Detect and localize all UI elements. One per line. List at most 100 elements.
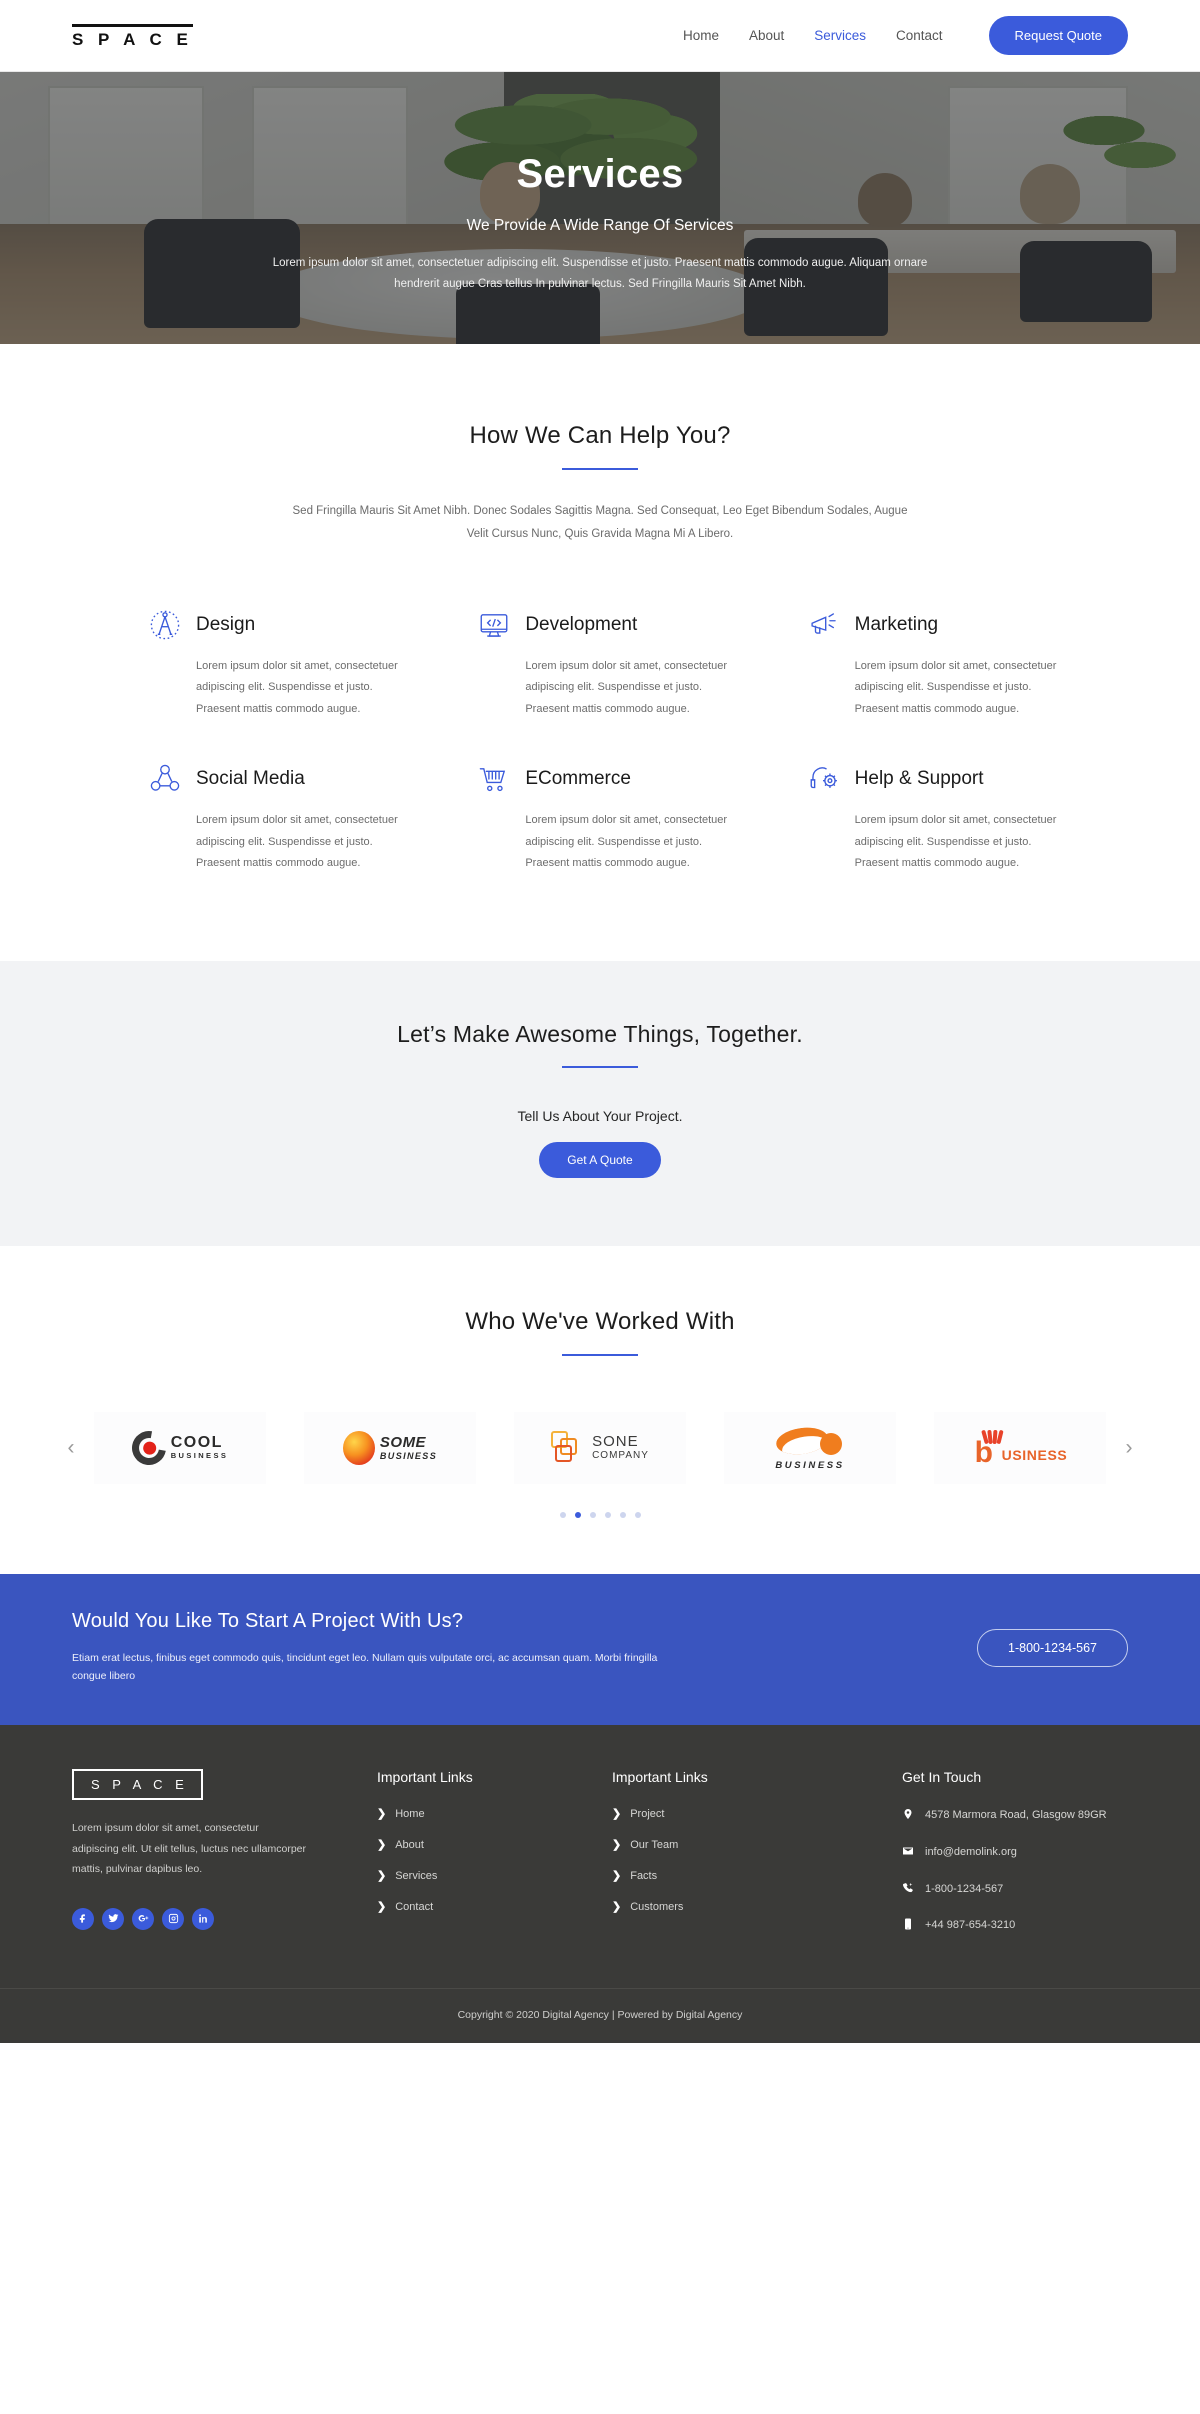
service-card-design[interactable]: Design Lorem ipsum dolor sit amet, conse…	[148, 608, 441, 720]
services-section: How We Can Help You? Sed Fringilla Mauri…	[0, 344, 1200, 961]
code-monitor-icon	[477, 608, 511, 642]
client-logo-name: SONE	[592, 1432, 639, 1450]
social-links	[72, 1907, 377, 1930]
service-card-marketing[interactable]: Marketing Lorem ipsum dolor sit amet, co…	[807, 608, 1100, 720]
nav-item-about[interactable]: About	[749, 28, 784, 43]
contact-mobile[interactable]: +44 987-654-3210	[902, 1917, 1128, 1935]
carousel-dot[interactable]	[619, 1511, 626, 1518]
client-logo-name: USINESS	[1001, 1446, 1068, 1463]
service-description: Lorem ipsum dolor sit amet, consectetuer…	[525, 814, 728, 870]
carousel-dot-active[interactable]	[574, 1511, 581, 1518]
client-logo-sub: BUSINESS	[170, 1451, 229, 1461]
carousel-pagination	[0, 1511, 1200, 1518]
project-banner: Would You Like To Start A Project With U…	[0, 1573, 1200, 1726]
facebook-icon[interactable]	[72, 1907, 94, 1930]
service-description: Lorem ipsum dolor sit amet, consectetuer…	[854, 660, 1057, 715]
service-card-ecommerce[interactable]: ECommerce Lorem ipsum dolor sit amet, co…	[477, 762, 770, 874]
banner-phone-button[interactable]: 1-800-1234-567	[977, 1628, 1128, 1667]
service-card-development[interactable]: Development Lorem ipsum dolor sit amet, …	[477, 608, 770, 720]
clients-divider	[562, 1353, 638, 1356]
client-logo-business-swoosh[interactable]: BUSINESS	[724, 1411, 896, 1484]
carousel-dot[interactable]	[589, 1511, 596, 1518]
client-logo-hand-business[interactable]: b USINESS	[934, 1411, 1106, 1484]
footer-link-services[interactable]: ❯ Services	[377, 1869, 612, 1883]
service-card-help-support[interactable]: Help & Support Lorem ipsum dolor sit ame…	[807, 762, 1100, 874]
service-description: Lorem ipsum dolor sit amet, consectetuer…	[196, 814, 398, 870]
footer-column-title: Important Links	[377, 1769, 473, 1786]
service-description: Lorem ipsum dolor sit amet, consectetuer…	[854, 814, 1057, 870]
site-footer: S P A C E Lorem ipsum dolor sit amet, co…	[0, 1725, 1200, 1988]
footer-link-label: Facts	[630, 1869, 658, 1882]
footer-link-facts[interactable]: ❯ Facts	[612, 1869, 902, 1883]
footer-link-contact[interactable]: ❯ Contact	[377, 1900, 612, 1914]
footer-link-our-team[interactable]: ❯ Our Team	[612, 1838, 902, 1852]
footer-link-project[interactable]: ❯ Project	[612, 1807, 902, 1821]
client-logo-sone-company[interactable]: SONE COMPANY	[514, 1411, 686, 1484]
shopping-cart-icon	[477, 762, 511, 796]
brand-logo[interactable]: S P A C E	[72, 23, 193, 48]
client-logo-sub: BUSINESS	[379, 1450, 438, 1461]
request-quote-button[interactable]: Request Quote	[988, 16, 1128, 55]
copyright-bar: Copyright © 2020 Digital Agency | Powere…	[0, 1987, 1200, 2043]
instagram-icon[interactable]	[162, 1907, 184, 1930]
service-card-social-media[interactable]: Social Media Lorem ipsum dolor sit amet,…	[148, 762, 441, 874]
chevron-right-icon: ❯	[377, 1901, 387, 1914]
contact-value: 1-800-1234-567	[925, 1882, 1004, 1895]
service-title: Help & Support	[854, 768, 984, 790]
chevron-left-icon[interactable]: ‹	[58, 1435, 84, 1461]
hero-section: Services We Provide A Wide Range Of Serv…	[0, 72, 1200, 344]
google-plus-icon[interactable]	[132, 1907, 154, 1930]
contact-email[interactable]: info@demolink.org	[902, 1844, 1128, 1862]
banner-heading: Would You Like To Start A Project With U…	[72, 1609, 464, 1632]
client-logo-cool-business[interactable]: COOL BUSINESS	[94, 1411, 266, 1484]
client-logo-track: COOL BUSINESS SOME BUSINESS SONE COMPANY…	[94, 1411, 1106, 1484]
footer-link-label: Home	[395, 1807, 425, 1820]
chevron-right-icon[interactable]: ›	[1116, 1435, 1142, 1461]
contact-phone[interactable]: 1-800-1234-567	[902, 1881, 1128, 1899]
nav-item-services[interactable]: Services	[814, 28, 866, 43]
page-root: S P A C E Home About Services Contact Re…	[0, 0, 1200, 2043]
linkedin-icon[interactable]	[192, 1907, 214, 1930]
nav-item-home[interactable]: Home	[683, 28, 719, 43]
envelope-icon	[902, 1845, 914, 1857]
share-network-icon	[148, 762, 182, 796]
twitter-icon[interactable]	[102, 1907, 124, 1930]
footer-link-customers[interactable]: ❯ Customers	[612, 1900, 902, 1914]
footer-link-about[interactable]: ❯ About	[377, 1838, 612, 1852]
megaphone-icon	[807, 608, 841, 642]
service-title: Development	[525, 614, 638, 635]
footer-link-label: Contact	[395, 1900, 434, 1913]
footer-link-label: About	[395, 1838, 424, 1851]
footer-link-label: Our Team	[630, 1838, 679, 1851]
client-logo-name: SOME	[379, 1433, 427, 1451]
clients-carousel: ‹ COOL BUSINESS SOME BUSINESS SONE COMPA…	[0, 1411, 1200, 1484]
chevron-right-icon: ❯	[612, 1839, 622, 1852]
location-pin-icon	[902, 1808, 914, 1820]
services-lead-text: Sed Fringilla Mauris Sit Amet Nibh. Done…	[292, 505, 908, 540]
service-title: ECommerce	[525, 768, 631, 790]
get-a-quote-button[interactable]: Get A Quote	[539, 1141, 661, 1178]
carousel-dot[interactable]	[604, 1511, 611, 1518]
service-title: Design	[196, 614, 256, 635]
service-description: Lorem ipsum dolor sit amet, consectetuer…	[196, 660, 398, 715]
heading-divider	[562, 468, 638, 470]
client-logo-sub: COMPANY	[592, 1449, 649, 1461]
service-title: Marketing	[854, 614, 939, 635]
services-heading: How We Can Help You?	[469, 422, 731, 449]
headset-gear-icon	[807, 762, 841, 796]
chevron-right-icon: ❯	[612, 1870, 622, 1883]
contact-address: 4578 Marmora Road, Glasgow 89GR	[902, 1807, 1128, 1825]
footer-about-text: Lorem ipsum dolor sit amet, consectetur …	[72, 1822, 307, 1876]
carousel-dot[interactable]	[559, 1511, 566, 1518]
footer-links-column-2: Important Links ❯ Project ❯ Our Team ❯ F…	[612, 1769, 902, 1953]
nav-item-contact[interactable]: Contact	[896, 28, 943, 43]
client-logo-some-business[interactable]: SOME BUSINESS	[304, 1411, 476, 1484]
footer-logo[interactable]: S P A C E	[72, 1769, 204, 1801]
service-title: Social Media	[196, 768, 305, 790]
carousel-dot[interactable]	[634, 1511, 641, 1518]
footer-link-home[interactable]: ❯ Home	[377, 1807, 612, 1821]
compass-icon	[148, 608, 182, 642]
chevron-right-icon: ❯	[377, 1808, 387, 1821]
main-navigation: Home About Services Contact Request Quot…	[683, 16, 1128, 55]
contact-value: 4578 Marmora Road, Glasgow 89GR	[925, 1809, 1107, 1822]
